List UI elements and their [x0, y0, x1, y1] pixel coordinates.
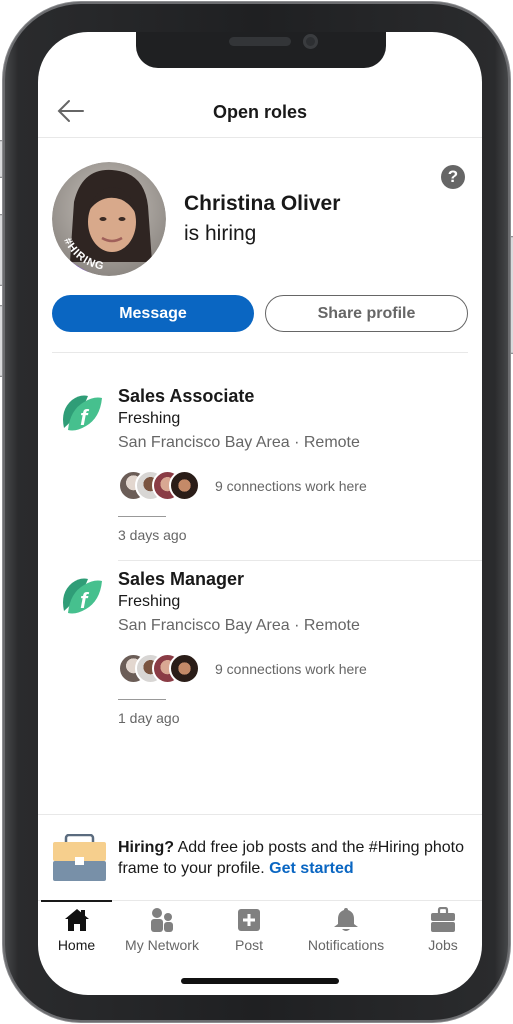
divider — [118, 560, 482, 561]
connection-avatar — [169, 470, 200, 501]
screen: Open roles #HIRING ? Christina Oliver is… — [38, 32, 482, 995]
home-indicator[interactable] — [181, 978, 339, 984]
job-title[interactable]: Sales Manager — [118, 569, 244, 590]
profile-name[interactable]: Christina Oliver — [184, 192, 340, 216]
nav-label: Post — [234, 937, 263, 953]
job-title[interactable]: Sales Associate — [118, 386, 254, 407]
connection-avatar — [169, 653, 200, 684]
nav-label: Jobs — [428, 937, 458, 953]
nav-item-my-network[interactable]: My Network — [120, 907, 204, 959]
job-connections[interactable]: 9 connections work here — [215, 478, 367, 494]
job-location: San Francisco Bay Area · Remote — [118, 434, 360, 451]
speaker — [229, 37, 291, 46]
connection-avatars — [118, 653, 208, 685]
job-list-item[interactable]: f Sales Associate Freshing San Francisco… — [38, 386, 482, 562]
briefcase-illustration-icon — [53, 834, 106, 881]
help-icon[interactable]: ? — [441, 165, 465, 189]
share-profile-button[interactable]: Share profile — [265, 295, 468, 332]
nav-item-jobs[interactable]: Jobs — [421, 907, 465, 959]
notch — [136, 32, 386, 68]
phone-silent-switch — [0, 140, 3, 178]
job-connections[interactable]: 9 connections work here — [215, 661, 367, 677]
avatar[interactable]: #HIRING — [52, 162, 166, 276]
connection-avatars — [118, 470, 208, 502]
nav-item-home[interactable]: Home — [49, 907, 104, 959]
phone-volume-down — [0, 305, 3, 377]
hiring-banner: Hiring? Add free job posts and the #Hiri… — [38, 814, 482, 900]
nav-label: Notifications — [307, 937, 385, 953]
short-divider — [118, 516, 166, 517]
job-posted-time: 1 day ago — [118, 710, 180, 726]
job-posted-time: 3 days ago — [118, 527, 187, 543]
nav-label: Home — [57, 937, 96, 953]
post-icon — [238, 909, 260, 931]
profile-subtitle: is hiring — [184, 222, 257, 245]
company-logo-icon: f — [63, 578, 102, 614]
message-button[interactable]: Message — [52, 295, 254, 332]
active-tab-indicator — [41, 900, 112, 902]
divider — [52, 352, 468, 353]
page-title: Open roles — [212, 102, 308, 122]
company-logo-icon: f — [63, 395, 102, 431]
short-divider — [118, 699, 166, 700]
briefcase-icon — [431, 907, 455, 932]
job-company: Freshing — [118, 410, 181, 427]
nav-item-notifications[interactable]: Notifications — [300, 907, 392, 959]
phone-frame: Open roles #HIRING ? Christina Oliver is… — [0, 2, 513, 1022]
header: Open roles — [38, 88, 482, 138]
camera — [303, 34, 318, 49]
avatar-photo: #HIRING — [52, 162, 166, 276]
network-icon — [151, 908, 173, 932]
home-icon — [64, 909, 89, 931]
nav-label: My Network — [125, 937, 199, 953]
phone-volume-up — [0, 214, 3, 286]
banner-bold: Hiring? — [118, 839, 174, 856]
job-list-item[interactable]: f Sales Manager Freshing San Francisco B… — [38, 569, 482, 745]
bell-icon — [334, 908, 358, 931]
bottom-nav: Home My Network Post Notifications Jobs — [38, 900, 482, 960]
job-company: Freshing — [118, 593, 181, 610]
nav-item-post[interactable]: Post — [226, 907, 272, 959]
get-started-link[interactable]: Get started — [269, 860, 353, 877]
job-location: San Francisco Bay Area · Remote — [118, 617, 360, 634]
banner-text: Hiring? Add free job posts and the #Hiri… — [118, 837, 468, 879]
